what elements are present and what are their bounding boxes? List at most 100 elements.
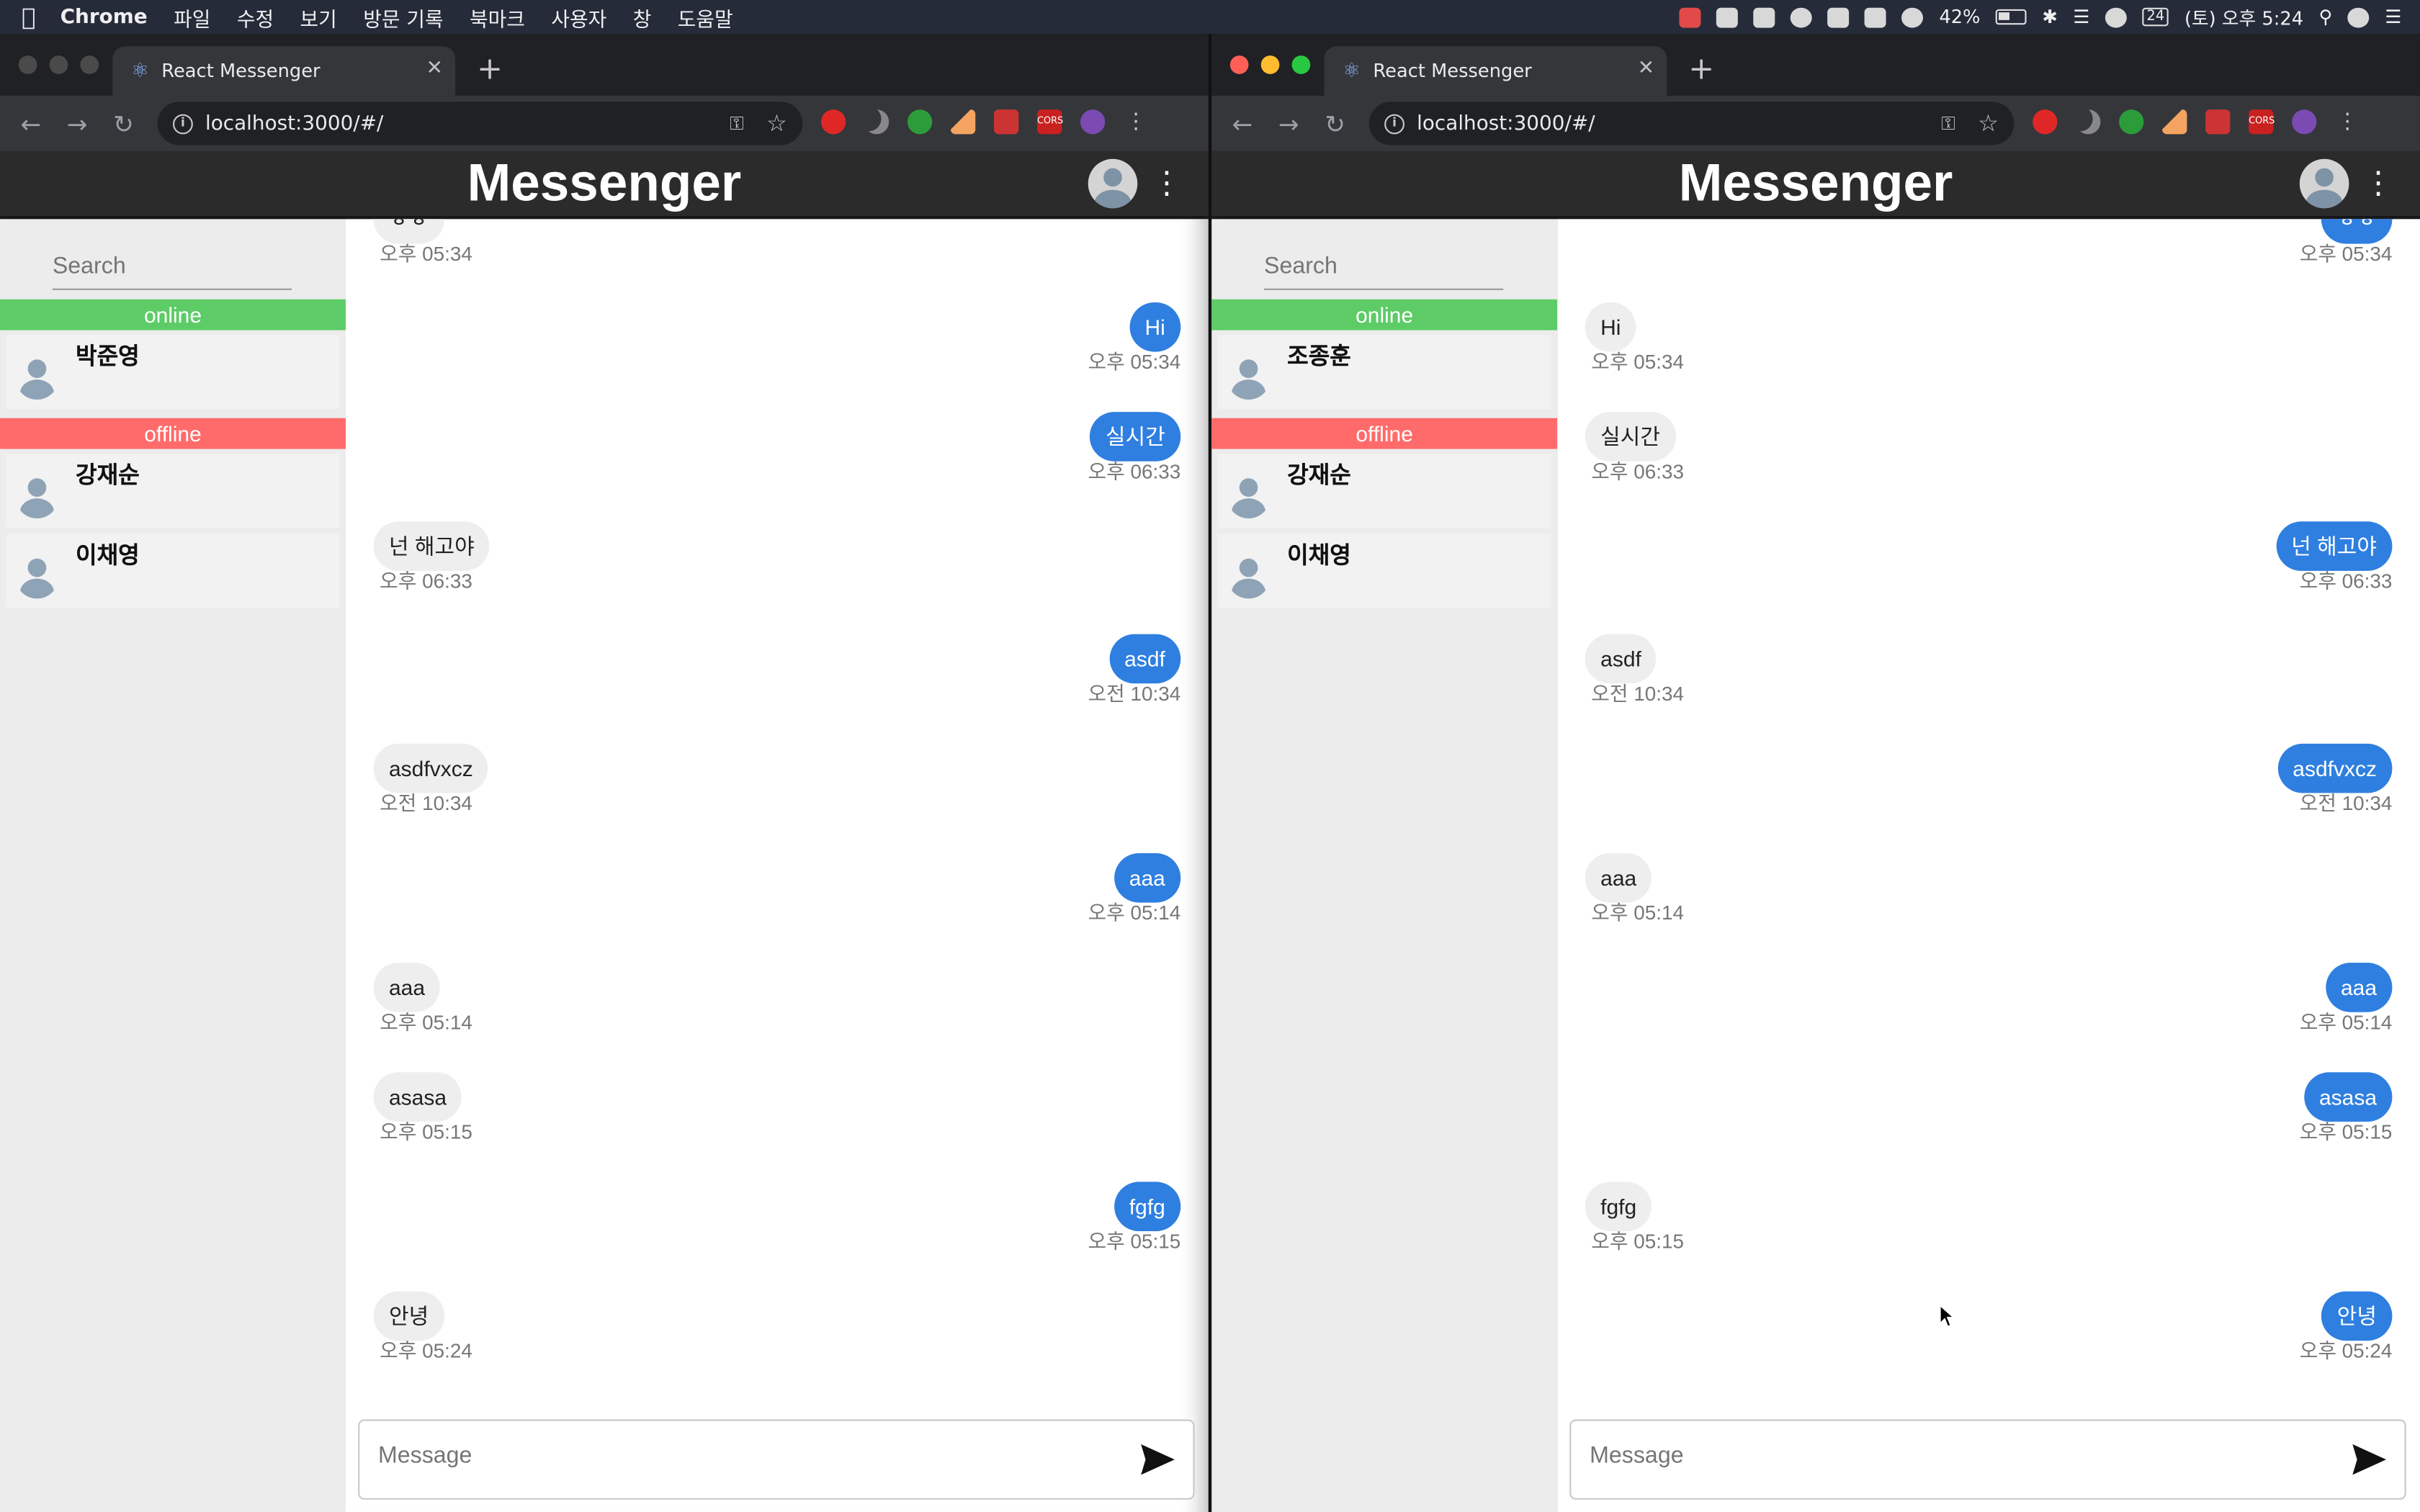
search-input[interactable] [1264,253,1504,279]
url-text[interactable]: localhost:3000/#/ [1417,112,1595,135]
browser-tab[interactable]: ⚛ React Messenger ✕ [112,46,456,96]
sent-message-bubble[interactable]: fgfg [1113,1182,1181,1231]
adblock-extension-icon[interactable] [2033,109,2058,135]
back-icon[interactable]: ← [8,109,54,138]
received-message-bubble[interactable]: 실시간 [1585,412,1676,462]
messages-icon[interactable] [1828,6,1850,27]
sent-message-bubble[interactable]: 실시간 [1090,412,1181,462]
received-message-bubble[interactable]: asdfvxcz [373,743,489,793]
clock[interactable]: (토) 오후 5:24 [2184,4,2303,30]
message-input[interactable] [1590,1442,2300,1469]
zoom-window-button[interactable] [1291,55,1311,74]
site-info-icon[interactable]: i [1384,113,1404,134]
zoom-window-button[interactable] [80,55,99,74]
sent-message-bubble[interactable]: asasa [2303,1072,2393,1122]
more-options-icon[interactable]: ⋮ [1152,163,1183,200]
browser-tab[interactable]: ⚛ React Messenger ✕ [1324,46,1667,96]
menu-help[interactable]: 도움말 [678,2,733,32]
close-tab-icon[interactable]: ✕ [426,57,443,80]
menu-app-name[interactable]: Chrome [60,6,148,29]
received-message-bubble[interactable]: asdf [1585,634,1657,684]
contact-item[interactable]: 이채영 [6,534,340,608]
message-input[interactable] [378,1442,1088,1469]
siri-icon[interactable] [2347,6,2370,27]
send-icon[interactable] [2352,1444,2386,1475]
profile-avatar-icon[interactable] [2292,109,2317,135]
contact-item[interactable]: 강재순 [6,454,340,528]
grid-icon[interactable] [1865,6,1887,27]
received-message-bubble[interactable]: 넌 해고야 [373,521,490,571]
back-icon[interactable]: ← [1219,109,1265,138]
menu-file[interactable]: 파일 [174,2,210,32]
reload-icon[interactable]: ↻ [1312,109,1358,138]
reload-icon[interactable]: ↻ [100,109,146,138]
received-message-bubble[interactable]: 안녕 [373,1291,444,1341]
cors-extension-icon[interactable]: CORS [2249,109,2275,135]
spotlight-search-icon[interactable]: ⚲ [2319,6,2333,28]
close-window-button[interactable] [18,55,37,74]
user-avatar-icon[interactable] [2299,158,2349,209]
sent-message-bubble[interactable]: Hi [1129,302,1181,352]
close-tab-icon[interactable]: ✕ [1638,57,1654,80]
bookmark-star-icon[interactable]: ☆ [766,109,787,138]
chat-bubble-icon[interactable] [1791,6,1813,27]
cloud-icon[interactable] [2105,6,2127,27]
menu-people[interactable]: 사용자 [551,2,606,32]
received-message-bubble[interactable]: aaa [373,963,441,1012]
menu-bookmarks[interactable]: 북마크 [470,2,525,32]
new-tab-button[interactable]: + [1688,50,1714,86]
received-message-bubble[interactable]: fgfg [1585,1182,1652,1231]
sent-message-bubble[interactable]: 안녕 [2321,1291,2393,1341]
send-icon[interactable] [1141,1444,1175,1475]
user-avatar-icon[interactable] [1088,158,1138,209]
forward-icon[interactable]: → [54,109,100,138]
menu-edit[interactable]: 수정 [237,2,274,32]
green-extension-icon[interactable] [908,109,933,135]
address-bar[interactable]: i localhost:3000/#/ ⚿ ☆ [157,102,803,145]
bookmark-app-icon[interactable] [1680,6,1702,27]
contact-item[interactable]: 강재순 [1217,454,1551,528]
browser-menu-icon[interactable]: ⋮ [2335,109,2360,134]
sent-message-bubble[interactable]: aaa [1113,853,1181,903]
sent-message-bubble[interactable]: 넌 해고야 [2275,521,2393,571]
minimize-window-button[interactable] [1260,55,1280,74]
contact-item[interactable]: 박준영 [6,335,340,409]
bookmark-star-icon[interactable]: ☆ [1978,109,1999,138]
checkmark-icon[interactable] [1754,6,1776,27]
font-app-icon[interactable] [1716,6,1739,27]
dark-mode-extension-icon[interactable] [2076,109,2100,134]
dark-mode-extension-icon[interactable] [864,109,889,134]
sent-message-bubble[interactable]: asdf [1108,634,1181,684]
calendar-icon[interactable]: 24 [2142,7,2169,27]
received-message-bubble[interactable]: aaa [1585,853,1652,903]
pen-extension-icon[interactable] [2162,109,2187,135]
contact-item[interactable]: 조종훈 [1217,335,1551,409]
pen-extension-icon[interactable] [951,109,976,135]
adblock-extension-icon[interactable] [821,109,846,135]
sent-message-bubble[interactable]: asdfvxcz [2277,743,2393,793]
bluetooth-icon[interactable]: ✱ [2042,6,2058,28]
key-icon[interactable]: ⚿ [730,112,744,135]
pixel-extension-icon[interactable] [994,109,1019,135]
minimize-window-button[interactable] [49,55,68,74]
site-info-icon[interactable]: i [173,113,193,134]
pixel-extension-icon[interactable] [2205,109,2231,135]
browser-menu-icon[interactable]: ⋮ [1124,109,1148,134]
new-tab-button[interactable]: + [477,50,503,86]
forward-icon[interactable]: → [1265,109,1312,138]
menu-window[interactable]: 창 [633,2,652,32]
battery-icon[interactable] [1995,9,2027,25]
green-extension-icon[interactable] [2119,109,2144,135]
cors-extension-icon[interactable]: CORS [1037,109,1063,135]
received-message-bubble[interactable]: Hi [1585,302,1636,352]
close-window-button[interactable] [1229,55,1249,74]
apple-menu-icon[interactable]:  [22,3,35,31]
received-message-bubble[interactable]: asasa [373,1072,462,1122]
profile-avatar-icon[interactable] [1080,109,1106,135]
url-text[interactable]: localhost:3000/#/ [205,112,383,135]
menu-view[interactable]: 보기 [300,2,337,32]
wifi-icon[interactable]: ☰ [2073,6,2089,28]
sync-icon[interactable] [1901,6,1924,27]
notification-center-icon[interactable]: ☰ [2385,6,2401,28]
sent-message-bubble[interactable]: aaa [2325,963,2393,1012]
